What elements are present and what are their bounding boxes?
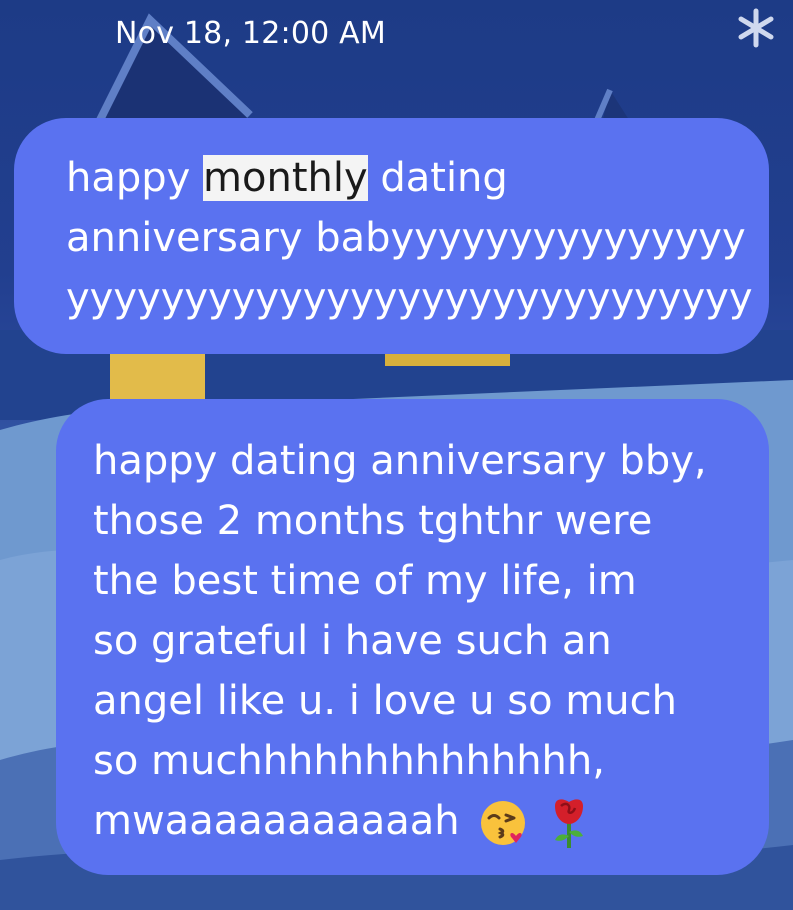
snowflake-icon bbox=[738, 8, 774, 48]
message-line: the best time of my life, im bbox=[93, 558, 637, 604]
message-line: those 2 months tghthr were bbox=[93, 498, 653, 544]
selected-text-highlight[interactable]: monthly bbox=[203, 155, 368, 201]
message-line: so muchhhhhhhhhhhhhh, bbox=[93, 738, 605, 784]
message-line: so grateful i have such an bbox=[93, 618, 612, 664]
message-bubble-received[interactable]: happy dating anniversary bby, those 2 mo… bbox=[56, 399, 769, 875]
message-bubble-sent[interactable]: happy monthly dating anniversary babyyyy… bbox=[14, 118, 769, 354]
message-line: anniversary babyyyyyyyyyyyyyyy bbox=[66, 215, 746, 261]
message-line: yyyyyyyyyyyyyyyyyyyyyyyyyyyyy bbox=[66, 275, 753, 321]
message-line: mwaaaaaaaaaaah bbox=[93, 791, 739, 851]
message-line: angel like u. i love u so much bbox=[93, 678, 677, 724]
rose-icon bbox=[555, 799, 584, 848]
message-line: happy dating anniversary bby, bbox=[93, 438, 707, 484]
window-light bbox=[385, 352, 510, 366]
message-timestamp: Nov 18, 12:00 AM bbox=[115, 16, 386, 51]
message-line: happy monthly dating bbox=[66, 155, 508, 201]
kissing-face-icon bbox=[481, 801, 526, 845]
